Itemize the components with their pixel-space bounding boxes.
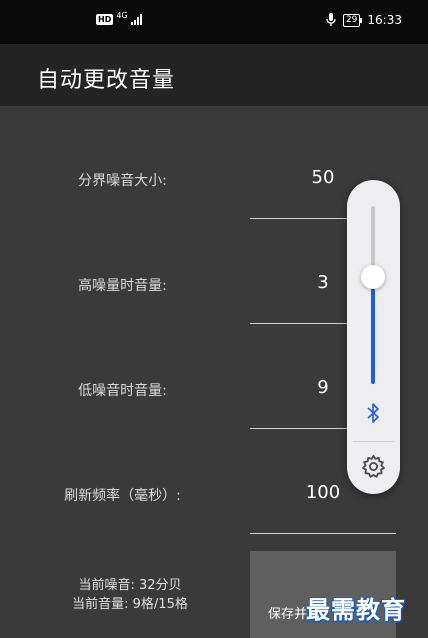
status-right: 29 16:33 — [326, 13, 402, 27]
volume-slider-fill — [371, 277, 375, 384]
threshold-label: 分界噪音大小: — [78, 173, 167, 189]
network-type: 4G — [116, 10, 128, 20]
watermark-logo: 最需教育 — [306, 595, 406, 624]
panel-divider — [353, 441, 394, 442]
high-noise-volume-label: 高噪量时音量: — [78, 278, 167, 294]
volume-slider-track[interactable] — [371, 206, 375, 384]
current-volume-text: 当前音量: 9格/15格 — [72, 597, 188, 612]
signal-icon — [130, 14, 142, 25]
hd-badge: HD — [96, 14, 114, 25]
gear-icon[interactable] — [360, 453, 387, 480]
app-bar: 自动更改音量 — [0, 44, 428, 106]
volume-slider-thumb[interactable] — [361, 265, 385, 289]
refresh-rate-label: 刷新频率（毫秒）: — [64, 488, 181, 504]
page-title: 自动更改音量 — [37, 68, 176, 93]
low-noise-volume-label: 低噪音时音量: — [78, 383, 167, 399]
current-noise-text: 当前噪音: 32分贝 — [78, 578, 182, 593]
status-bar: HD 4G 29 16:33 — [0, 0, 428, 44]
clock: 16:33 — [367, 13, 402, 27]
microphone-icon — [326, 13, 336, 26]
status-left: HD 4G — [96, 10, 142, 25]
bluetooth-icon[interactable] — [361, 401, 385, 425]
battery-icon: 29 — [342, 13, 363, 27]
refresh-rate-underline — [250, 533, 396, 534]
volume-panel — [347, 180, 400, 494]
